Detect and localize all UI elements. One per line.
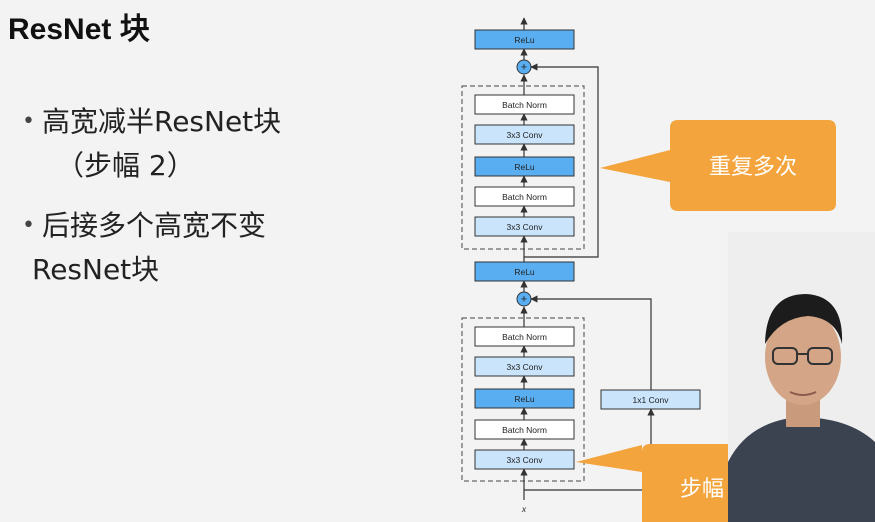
bottom-batchnorm-2-label: Batch Norm [502,332,547,342]
bottom-output-relu-label: ReLu [514,267,535,277]
top-conv-2-label: 3x3 Conv [507,130,544,140]
top-add-symbol: + [521,62,527,74]
top-conv-1-label: 3x3 Conv [507,222,544,232]
input-x-label: x [521,504,527,514]
bottom-relu-label: ReLu [514,394,535,404]
stride-callout-text: 步幅 [680,477,724,502]
shortcut-conv-1x1-label: 1x1 Conv [633,395,670,405]
top-batchnorm-1-label: Batch Norm [502,192,547,202]
repeat-callout: 重复多次 [600,120,836,211]
bottom-conv-2-label: 3x3 Conv [507,362,544,372]
bottom-add-symbol: + [521,294,527,306]
bottom-conv-1-label: 3x3 Conv [507,455,544,465]
repeat-callout-text: 重复多次 [709,155,797,180]
top-relu-label: ReLu [514,162,535,172]
top-batchnorm-2-label: Batch Norm [502,100,547,110]
presenter-silhouette-icon [728,232,875,522]
bottom-batchnorm-1-label: Batch Norm [502,425,547,435]
top-output-relu-label: ReLu [514,35,535,45]
presenter-video [728,232,875,522]
